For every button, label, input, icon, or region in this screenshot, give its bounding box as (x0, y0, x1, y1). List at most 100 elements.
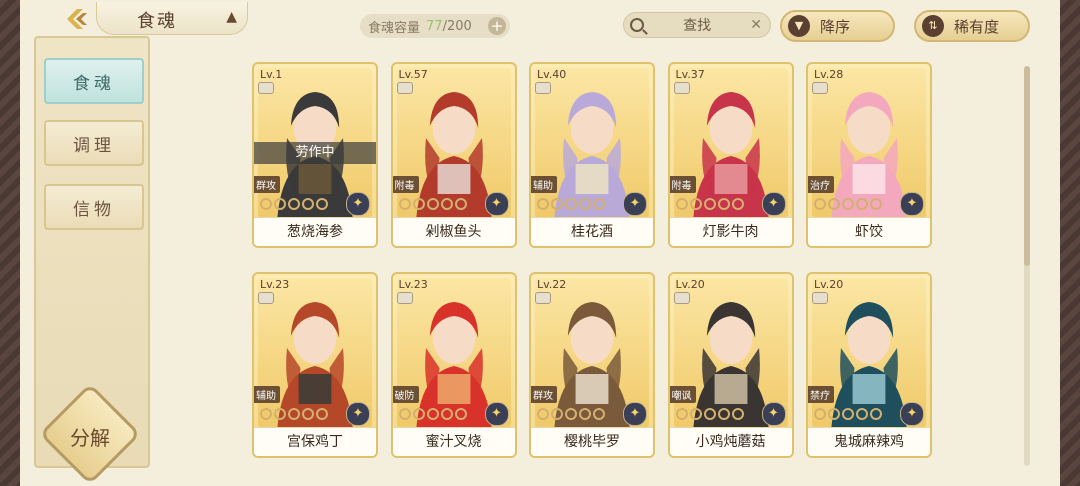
star-icon (398, 408, 411, 420)
tab-cooking[interactable]: 调理 (44, 120, 144, 166)
card-level: Lv.23 (398, 278, 428, 291)
star-icon (870, 198, 882, 210)
card-level: Lv.22 (537, 278, 567, 291)
equipment-icon (258, 292, 274, 304)
role-tag: 附毒 (392, 176, 419, 193)
equipment-icon (535, 82, 551, 94)
star-icon (426, 198, 439, 210)
card-level: Lv.23 (260, 278, 290, 291)
card-name: 剁椒鱼头 (392, 217, 515, 246)
star-icon (412, 198, 425, 210)
food-soul-card[interactable]: Lv.23 破防 ✦ 蜜汁叉烧 (390, 272, 517, 458)
star-icon (537, 408, 549, 420)
equipment-icon (396, 292, 413, 304)
star-icon (731, 408, 744, 420)
food-soul-card[interactable]: Lv.20 禁疗 ✦ 鬼城麻辣鸡 (806, 272, 932, 458)
sort-order-button[interactable]: ▼ 降序 (780, 10, 895, 42)
food-soul-card[interactable]: Lv.57 附毒 ✦ 剁椒鱼头 (390, 62, 517, 248)
star-icon (814, 408, 826, 420)
star-icon (814, 198, 826, 210)
food-soul-card[interactable]: Lv.22 群攻 ✦ 樱桃毕罗 (529, 272, 655, 458)
star-icon (828, 198, 840, 210)
element-icon: ✦ (900, 192, 924, 216)
star-icon (440, 198, 453, 210)
search-icon (630, 18, 644, 32)
star-rating (814, 198, 882, 210)
star-icon (579, 198, 591, 210)
capacity-label: 食魂容量 (368, 20, 421, 36)
sidebar: 食魂 调理 信物 分解 (34, 36, 150, 485)
tab-label: 食魂 (73, 73, 115, 94)
search-input[interactable]: 查找 ✕ (623, 12, 771, 38)
star-rating (537, 198, 605, 210)
sort-rarity-button[interactable]: ⇅ 稀有度 (914, 10, 1030, 42)
clear-search-icon[interactable]: ✕ (750, 17, 762, 33)
back-arrow-icon (67, 9, 87, 29)
star-rating (398, 198, 467, 210)
star-icon (593, 408, 605, 420)
card-name: 樱桃毕罗 (531, 427, 653, 456)
star-icon (593, 198, 605, 210)
star-icon (689, 198, 702, 210)
food-soul-card[interactable]: Lv.1 群攻 劳作中 ✦ 葱烧海参 (252, 62, 378, 248)
star-rating (260, 408, 328, 420)
working-status: 劳作中 (254, 142, 376, 164)
food-soul-card[interactable]: Lv.23 辅助 ✦ 宫保鸡丁 (252, 272, 378, 458)
scrollbar-thumb[interactable] (1024, 66, 1030, 266)
role-tag: 破防 (392, 386, 419, 403)
star-icon (398, 198, 411, 210)
tab-food-soul[interactable]: 食魂 (44, 58, 144, 104)
element-icon: ✦ (623, 402, 647, 426)
food-soul-card[interactable]: Lv.40 辅助 ✦ 桂花酒 (529, 62, 655, 248)
add-capacity-button[interactable]: + (488, 17, 506, 35)
star-rating (537, 408, 605, 420)
star-icon (412, 408, 425, 420)
card-level: Lv.57 (398, 68, 428, 81)
star-icon (675, 198, 688, 210)
food-soul-card[interactable]: Lv.20 嘲讽 ✦ 小鸡炖蘑菇 (667, 272, 794, 458)
food-soul-card[interactable]: Lv.28 治疗 ✦ 虾饺 (806, 62, 932, 248)
star-icon (260, 408, 272, 420)
tab-label: 调理 (73, 135, 115, 156)
star-icon (565, 198, 577, 210)
equipment-icon (396, 82, 413, 94)
food-soul-card[interactable]: Lv.37 附毒 ✦ 灯影牛肉 (667, 62, 794, 248)
star-rating (260, 198, 328, 210)
star-icon (717, 408, 730, 420)
search-placeholder: 查找 (683, 18, 712, 34)
star-icon (316, 408, 328, 420)
element-icon: ✦ (900, 402, 924, 426)
star-icon (302, 198, 314, 210)
card-name: 桂花酒 (531, 217, 653, 246)
equipment-icon (812, 292, 828, 304)
card-level: Lv.20 (675, 278, 705, 291)
element-icon: ✦ (484, 402, 509, 426)
role-tag: 群攻 (531, 386, 557, 403)
element-icon: ✦ (761, 192, 786, 216)
role-tag: 辅助 (531, 176, 557, 193)
star-icon (551, 408, 563, 420)
card-name: 小鸡炖蘑菇 (669, 427, 792, 456)
card-name: 葱烧海参 (254, 217, 376, 246)
star-rating (675, 198, 744, 210)
scrollbar[interactable] (1024, 66, 1030, 466)
element-icon: ✦ (623, 192, 647, 216)
capacity-display: 食魂容量 77 /200 + (360, 14, 510, 38)
card-name: 宫保鸡丁 (254, 427, 376, 456)
star-icon (703, 408, 716, 420)
role-tag: 群攻 (254, 176, 280, 193)
right-border (1060, 0, 1080, 486)
star-icon (440, 408, 453, 420)
card-name: 虾饺 (808, 217, 930, 246)
card-level: Lv.20 (814, 278, 844, 291)
crown-icon[interactable]: ▲ (226, 9, 237, 25)
tab-tokens[interactable]: 信物 (44, 184, 144, 230)
star-icon (565, 408, 577, 420)
decompose-label[interactable]: 分解 (54, 422, 126, 451)
star-icon (260, 198, 272, 210)
element-icon: ✦ (346, 402, 370, 426)
star-icon (579, 408, 591, 420)
sort-arrows-icon: ⇅ (922, 15, 944, 37)
card-name: 鬼城麻辣鸡 (808, 427, 930, 456)
star-icon (842, 408, 854, 420)
